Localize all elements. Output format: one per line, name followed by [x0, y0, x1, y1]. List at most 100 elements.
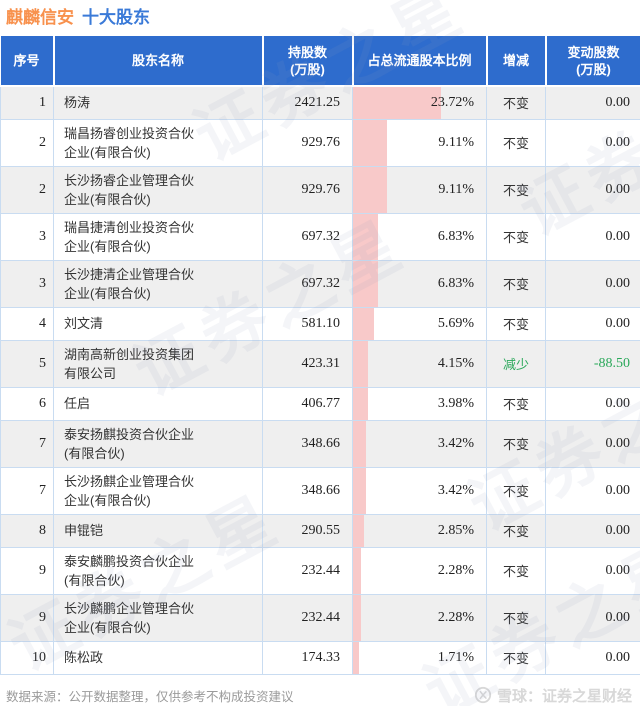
serial-cell: 10: [0, 640, 54, 675]
table-row: 6 任启 406.77 3.98% 不变 0.00: [0, 386, 640, 421]
pct-cell: 3.42%: [352, 419, 487, 468]
change-cell: 不变: [486, 640, 546, 675]
change-cell: 不变: [486, 386, 546, 421]
column-header-0: 序号: [0, 36, 54, 87]
serial-cell: 4: [0, 306, 54, 341]
pct-cell: 2.85%: [352, 513, 487, 548]
table-row: 8 申锟铠 290.55 2.85% 不变 0.00: [0, 513, 640, 548]
shares-cell: 697.32: [262, 212, 353, 261]
pct-value: 6.83%: [437, 228, 474, 244]
shares-cell: 406.77: [262, 386, 353, 421]
change-cell: 不变: [486, 466, 546, 515]
shares-cell: 348.66: [262, 419, 353, 468]
change-cell: 不变: [486, 118, 546, 167]
change-shares-cell: 0.00: [545, 118, 640, 167]
column-header-1: 股东名称: [52, 36, 263, 87]
shares-cell: 232.44: [262, 546, 353, 595]
table-body: 1 杨涛 2421.25 23.72% 不变 0.00 2 瑞昌扬睿创业投资合伙 企业(有限合…: [0, 85, 640, 675]
serial-cell: 3: [0, 212, 54, 261]
name-cell: 瑞昌捷清创业投资合伙 企业(有限合伙): [53, 212, 263, 261]
pct-cell: 4.15%: [352, 339, 487, 388]
pct-value: 2.28%: [437, 609, 474, 625]
pct-bar: [353, 340, 369, 387]
change-shares-cell: 0.00: [545, 419, 640, 468]
page-title: 麒麟信安 十大股东: [0, 0, 640, 36]
pct-bar: [353, 420, 366, 467]
change-cell: 不变: [486, 165, 546, 214]
name-cell: 长沙麟鹏企业管理合伙 企业(有限合伙): [53, 593, 263, 642]
name-cell: 陈松政: [53, 640, 263, 675]
table-row: 5 湖南高新创业投资集团 有限公司 423.31 4.15% 减少 -88.50: [0, 339, 640, 388]
source-note: 数据来源：公开数据整理，仅供参考不构成投资建议: [6, 689, 294, 704]
column-header-2: 持股数 (万股): [261, 36, 353, 87]
column-header-5: 变动股数 (万股): [544, 36, 640, 87]
title-suffix: 十大股东: [82, 8, 150, 27]
change-cell: 不变: [486, 212, 546, 261]
pct-bar: [353, 594, 362, 641]
table-header: 序号 股东名称 持股数 (万股) 占总流通股本比例 增减 变动股数 (万股): [0, 36, 640, 87]
change-cell: 不变: [486, 85, 546, 120]
change-cell: 不变: [486, 546, 546, 595]
change-shares-cell: 0.00: [545, 593, 640, 642]
pct-bar: [353, 87, 441, 119]
shares-cell: 581.10: [262, 306, 353, 341]
brand-watermark: 雪球：证券之星财经: [474, 685, 632, 706]
brand-text: 雪球：证券之星财经: [496, 687, 632, 705]
shares-cell: 423.31: [262, 339, 353, 388]
column-header-4: 增减: [485, 36, 546, 87]
pct-cell: 1.71%: [352, 640, 487, 675]
shares-cell: 929.76: [262, 118, 353, 167]
change-shares-cell: 0.00: [545, 640, 640, 675]
pct-value: 3.42%: [437, 482, 474, 498]
name-cell: 长沙扬睿企业管理合伙 企业(有限合伙): [53, 165, 263, 214]
footer: 数据来源：公开数据整理，仅供参考不构成投资建议 雪球：证券之星财经: [0, 675, 640, 706]
table-row: 9 泰安麟鹏投资合伙企业 (有限合伙) 232.44 2.28% 不变 0.00: [0, 546, 640, 595]
change-cell: 不变: [486, 259, 546, 308]
serial-cell: 5: [0, 339, 54, 388]
stock-name: 麒麟信安: [6, 8, 74, 27]
pct-value: 2.28%: [437, 562, 474, 578]
name-cell: 湖南高新创业投资集团 有限公司: [53, 339, 263, 388]
shareholders-table: 序号 股东名称 持股数 (万股) 占总流通股本比例 增减 变动股数 (万股) 1 杨涛 242…: [0, 36, 640, 675]
pct-bar: [353, 213, 379, 260]
serial-cell: 7: [0, 419, 54, 468]
pct-value: 9.11%: [438, 181, 474, 197]
column-header-3: 占总流通股本比例: [351, 36, 487, 87]
change-shares-cell: 0.00: [545, 259, 640, 308]
change-shares-cell: 0.00: [545, 546, 640, 595]
pct-value: 2.85%: [437, 522, 474, 538]
pct-value: 23.72%: [430, 94, 474, 110]
name-cell: 泰安麟鹏投资合伙企业 (有限合伙): [53, 546, 263, 595]
shares-cell: 697.32: [262, 259, 353, 308]
change-shares-cell: 0.00: [545, 85, 640, 120]
table-row: 3 瑞昌捷清创业投资合伙 企业(有限合伙) 697.32 6.83% 不变 0.00: [0, 212, 640, 261]
pct-bar: [353, 166, 387, 213]
xueqiu-logo-icon: [474, 686, 492, 704]
serial-cell: 2: [0, 118, 54, 167]
pct-cell: 9.11%: [352, 118, 487, 167]
pct-value: 3.42%: [437, 435, 474, 451]
page: 麒麟信安 十大股东 序号 股东名称 持股数 (万股) 占总流通股本比例 增减 变动股数 (万…: [0, 0, 640, 706]
table-row: 7 泰安扬麒投资合伙企业 (有限合伙) 348.66 3.42% 不变 0.00: [0, 419, 640, 468]
change-shares-cell: 0.00: [545, 386, 640, 421]
pct-cell: 23.72%: [352, 85, 487, 120]
change-shares-cell: -88.50: [545, 339, 640, 388]
pct-cell: 5.69%: [352, 306, 487, 341]
pct-value: 5.69%: [437, 315, 474, 331]
pct-bar: [353, 119, 387, 166]
shares-cell: 232.44: [262, 593, 353, 642]
pct-cell: 2.28%: [352, 546, 487, 595]
serial-cell: 3: [0, 259, 54, 308]
pct-cell: 2.28%: [352, 593, 487, 642]
pct-cell: 3.42%: [352, 466, 487, 515]
serial-cell: 7: [0, 466, 54, 515]
serial-cell: 9: [0, 546, 54, 595]
pct-cell: 6.83%: [352, 212, 487, 261]
table-row: 3 长沙捷清企业管理合伙 企业(有限合伙) 697.32 6.83% 不变 0.00: [0, 259, 640, 308]
pct-cell: 3.98%: [352, 386, 487, 421]
name-cell: 泰安扬麒投资合伙企业 (有限合伙): [53, 419, 263, 468]
shares-cell: 929.76: [262, 165, 353, 214]
name-cell: 瑞昌扬睿创业投资合伙 企业(有限合伙): [53, 118, 263, 167]
serial-cell: 9: [0, 593, 54, 642]
name-cell: 长沙捷清企业管理合伙 企业(有限合伙): [53, 259, 263, 308]
